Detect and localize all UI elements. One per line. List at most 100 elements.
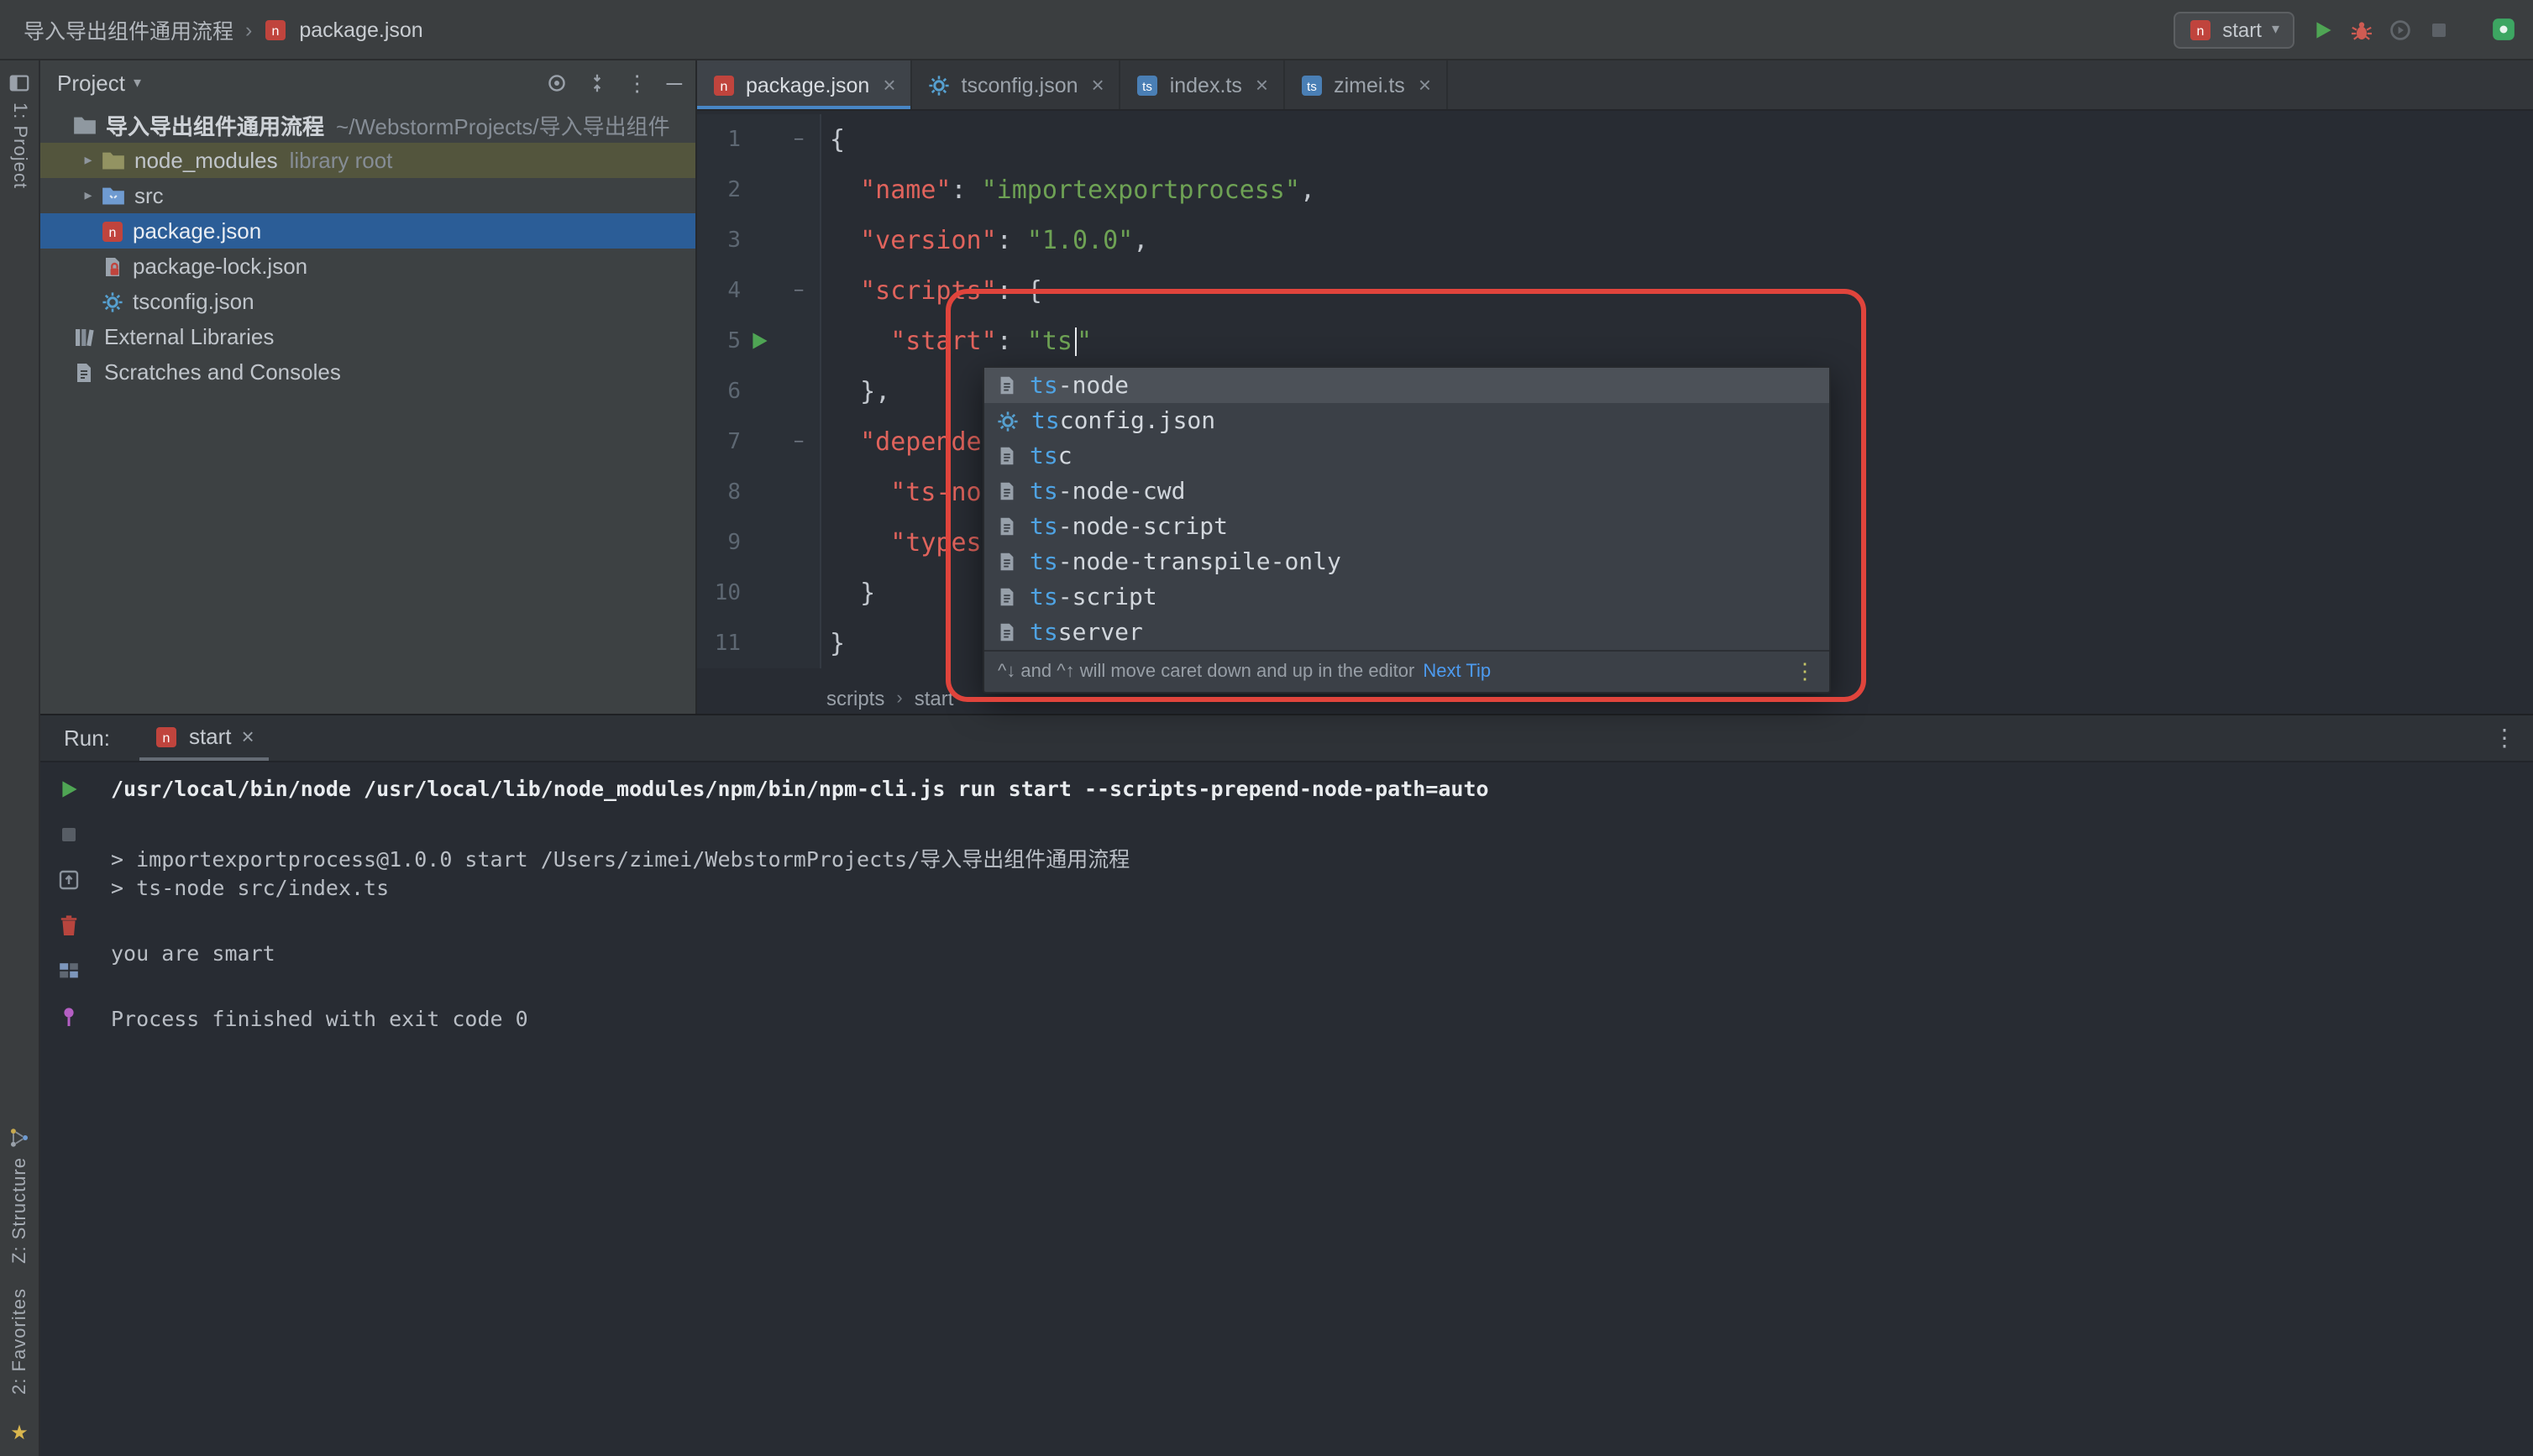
- layout-grid-button[interactable]: [56, 959, 80, 982]
- completion-item-tsconfig-json[interactable]: tsconfig.json: [984, 403, 1829, 438]
- tab-zimei-ts[interactable]: tszimei.ts×: [1285, 60, 1448, 109]
- folder-excluded-icon: [101, 148, 126, 173]
- completion-item-ts-script[interactable]: ts-script: [984, 579, 1829, 615]
- tool-window-project-button[interactable]: 1: Project: [8, 72, 30, 189]
- run-config-selector[interactable]: n start ▾: [2174, 11, 2294, 48]
- tool-window-structure-button[interactable]: Z: Structure: [8, 1127, 30, 1264]
- tree-item-package-lock-json[interactable]: package-lock.json: [40, 249, 695, 284]
- stop-button[interactable]: [56, 823, 80, 846]
- tab-index-ts[interactable]: tsindex.ts×: [1121, 60, 1285, 109]
- tool-window-favorites-button[interactable]: 2: Favorites: [9, 1287, 29, 1394]
- tree-item-src[interactable]: ▸src: [40, 178, 695, 213]
- file-icon: [996, 551, 1018, 573]
- code-line-3: 3 "version": "1.0.0",: [697, 215, 2533, 265]
- breadcrumb-file[interactable]: package.json: [299, 18, 422, 41]
- tree-item-external-libraries[interactable]: External Libraries: [40, 319, 695, 354]
- file-icon: [996, 586, 1018, 608]
- chevron-down-icon: ▾: [2272, 20, 2279, 39]
- tree-item-package-json[interactable]: npackage.json: [40, 213, 695, 249]
- code-text: "version": "1.0.0",: [821, 225, 1148, 255]
- console-line: [111, 907, 2533, 940]
- favorites-star-icon[interactable]: ★: [10, 1417, 29, 1448]
- next-tip-link[interactable]: Next Tip: [1423, 662, 1491, 682]
- breadcrumb-item-start[interactable]: start: [915, 686, 954, 710]
- chevron-right-icon[interactable]: ▸: [79, 186, 97, 205]
- tab-tsconfig-json[interactable]: tsconfig.json ×: [913, 60, 1121, 109]
- line-number: 1: [697, 114, 741, 165]
- completion-item-ts-node-cwd[interactable]: ts-node-cwd: [984, 474, 1829, 509]
- gutter-spacer: [741, 265, 778, 316]
- chevron-right-icon[interactable]: ▸: [79, 151, 97, 170]
- fold-spacer: [778, 316, 821, 366]
- gutter-spacer: [741, 568, 778, 618]
- breadcrumb-item-scripts[interactable]: scripts: [826, 686, 884, 710]
- tree-item-label: tsconfig.json: [133, 289, 254, 314]
- run-tab-start[interactable]: n start ×: [140, 715, 270, 761]
- close-icon[interactable]: ×: [1256, 72, 1268, 97]
- project-tool-window: Project ▾ ⋮ ─ 导入导出组件通用流程~/WebstormProject…: [40, 60, 697, 714]
- fold-marker-icon[interactable]: −: [778, 114, 821, 165]
- console-line: /usr/local/bin/node /usr/local/lib/node_…: [111, 776, 2533, 809]
- run-panel-header: Run: n start × ⋮: [40, 715, 2533, 762]
- completion-item-ts-node-transpile-only[interactable]: ts-node-transpile-only: [984, 544, 1829, 579]
- rerun-button[interactable]: [56, 778, 80, 801]
- completion-item-label: ts-node: [1030, 372, 1129, 399]
- completion-item-tsc[interactable]: tsc: [984, 438, 1829, 474]
- svg-text:n: n: [721, 79, 728, 93]
- gutter-spacer: [741, 215, 778, 265]
- folder-icon: [72, 113, 97, 138]
- gutter-spacer: [741, 467, 778, 517]
- clear-button[interactable]: [56, 914, 80, 937]
- fold-marker-icon[interactable]: −: [778, 416, 821, 467]
- tree-item-item-0[interactable]: 导入导出组件通用流程~/WebstormProjects/导入导出组件: [40, 107, 695, 143]
- run-gutter-icon[interactable]: [741, 316, 778, 366]
- close-icon[interactable]: ×: [883, 72, 895, 97]
- project-panel-title[interactable]: Project: [57, 71, 125, 96]
- tree-item-node-modules[interactable]: ▸node_moduleslibrary root: [40, 143, 695, 178]
- tab-label: tsconfig.json: [962, 73, 1078, 97]
- libraries-icon: [72, 325, 96, 348]
- completion-item-ts-node[interactable]: ts-node: [984, 368, 1829, 403]
- titlebar-actions: n start ▾: [2174, 11, 2516, 48]
- green-app-icon[interactable]: [2491, 17, 2516, 42]
- breadcrumb-project[interactable]: 导入导出组件通用流程: [24, 13, 233, 45]
- pin-button[interactable]: [56, 1004, 80, 1028]
- chevron-down-icon[interactable]: ▾: [134, 74, 141, 92]
- hide-panel-button[interactable]: ─: [667, 72, 682, 94]
- project-panel-header: Project ▾ ⋮ ─: [40, 60, 695, 106]
- run-panel-more-icon[interactable]: ⋮: [2493, 724, 2516, 752]
- close-icon[interactable]: ×: [1092, 72, 1104, 97]
- code-text: },: [821, 376, 890, 406]
- close-icon[interactable]: ×: [1419, 72, 1431, 97]
- run-with-coverage-button[interactable]: [2389, 18, 2412, 41]
- locate-button[interactable]: [546, 72, 568, 94]
- svg-text:n: n: [109, 225, 117, 239]
- tab-package-json[interactable]: npackage.json×: [697, 60, 913, 109]
- collapse-all-button[interactable]: [586, 72, 608, 94]
- line-number: 11: [697, 618, 741, 668]
- line-number: 5: [697, 316, 741, 366]
- restore-layout-button[interactable]: [56, 868, 80, 892]
- ts-icon: ts: [1300, 73, 1324, 97]
- completion-item-ts-node-script[interactable]: ts-node-script: [984, 509, 1829, 544]
- close-icon[interactable]: ×: [242, 724, 254, 749]
- stop-button[interactable]: [2427, 18, 2451, 41]
- tool-window-stripe: 1: Project Z: Structure 2: Favorites ★: [0, 60, 40, 1456]
- run-button[interactable]: [2311, 18, 2335, 41]
- tool-window-project-label: 1: Project: [9, 102, 29, 189]
- debug-button[interactable]: [2350, 18, 2373, 41]
- run-console[interactable]: /usr/local/bin/node /usr/local/lib/node_…: [96, 762, 2533, 1456]
- run-panel-label: Run:: [64, 725, 110, 751]
- completion-more-icon[interactable]: ⋮: [1794, 658, 1816, 685]
- svg-text:ts: ts: [1143, 79, 1153, 93]
- tree-item-tsconfig-json[interactable]: tsconfig.json: [40, 284, 695, 319]
- completion-item-label: ts-script: [1030, 584, 1157, 610]
- tree-item-scratches-and-consoles[interactable]: Scratches and Consoles: [40, 354, 695, 390]
- fold-marker-icon[interactable]: −: [778, 265, 821, 316]
- run-config-name: start: [2222, 18, 2262, 41]
- completion-item-tsserver[interactable]: tsserver: [984, 615, 1829, 650]
- run-tab-label: start: [189, 724, 232, 749]
- fold-spacer: [778, 467, 821, 517]
- more-options-button[interactable]: ⋮: [627, 72, 648, 94]
- editor: npackage.json×tsconfig.json×tsindex.ts×t…: [697, 60, 2533, 714]
